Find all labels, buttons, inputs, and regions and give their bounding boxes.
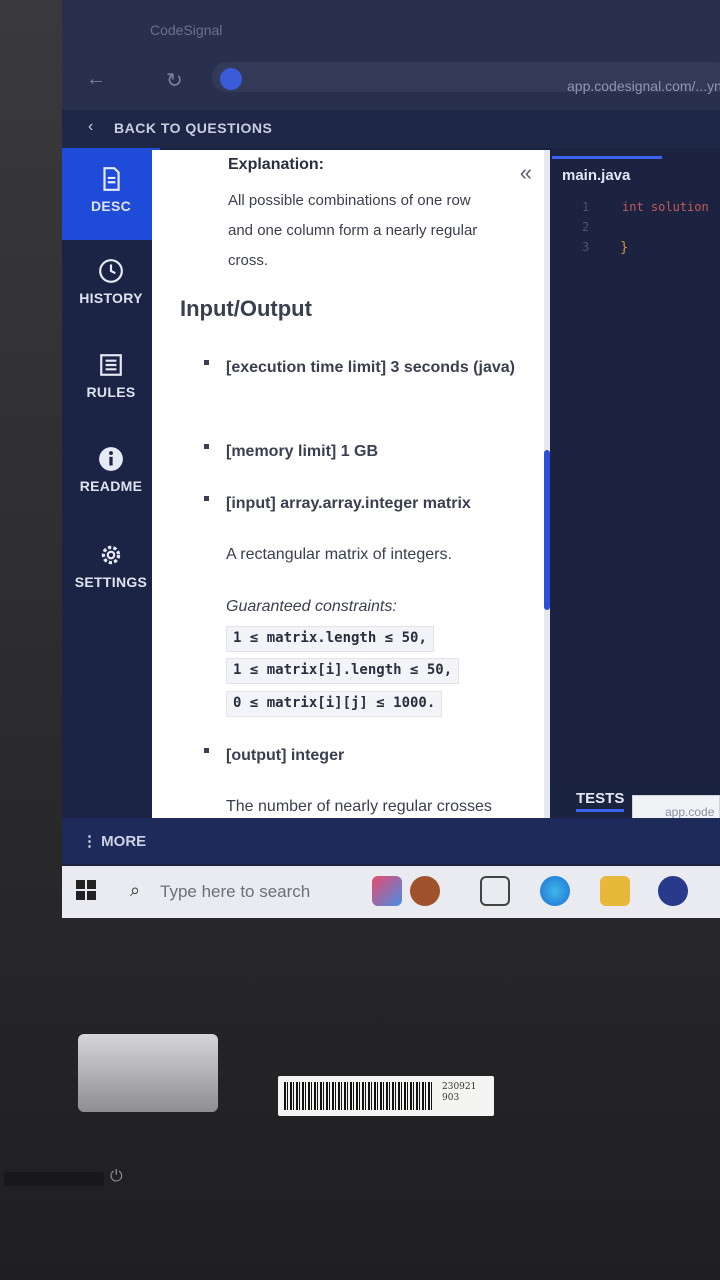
task-view-icon[interactable]: [480, 876, 510, 906]
reload-icon[interactable]: ↻: [166, 68, 183, 93]
back-arrow-icon[interactable]: ←: [86, 68, 106, 91]
windows-start-icon[interactable]: [76, 880, 96, 900]
back-bar[interactable]: ‹ BACK TO QUESTIONS: [62, 110, 720, 148]
explanation-line: and one column form a nearly regular: [228, 222, 478, 239]
list-icon: [100, 354, 122, 376]
kebab-icon: ⋮: [82, 833, 102, 850]
explanation-title: Explanation:: [228, 156, 325, 173]
site-logo-icon: [220, 68, 242, 90]
widgets-icon[interactable]: [372, 876, 402, 906]
constraint-separator: ,: [418, 630, 427, 646]
input-text: [input] array.array.integer matrix: [226, 495, 471, 512]
output-text: [output] integer: [226, 747, 345, 764]
laptop-hinge: [78, 1034, 218, 1112]
chevron-left-icon[interactable]: ‹: [88, 118, 93, 136]
constraint-text: 1 ≤ matrix.length ≤ 50: [233, 630, 419, 646]
bullet-dot: [204, 748, 209, 753]
power-icon: ⏻: [110, 1168, 123, 1185]
bullet-dot: [204, 360, 209, 365]
barcode-sticker: 230921 903: [278, 1076, 494, 1116]
barcode-bars: [284, 1082, 434, 1110]
scrollbar-thumb[interactable]: [544, 450, 550, 610]
input-description: A rectangular matrix of integers.: [226, 546, 452, 563]
browser-tab-title[interactable]: CodeSignal: [150, 22, 222, 38]
bullet-dot: [204, 496, 209, 501]
sidebar-item-readme[interactable]: README: [62, 428, 160, 520]
explanation-line: cross.: [228, 252, 269, 269]
laptop-slot: [4, 1172, 104, 1186]
football-icon[interactable]: [410, 876, 440, 906]
explanation-line: All possible combinations of one row: [228, 192, 471, 209]
bullet-dot: [204, 444, 209, 449]
constraint-text: 0 ≤ matrix[i][j] ≤ 1000: [233, 695, 427, 711]
code-editor[interactable]: main.java 1 2 3 int solution }: [552, 150, 720, 790]
sidebar-item-label: SETTINGS: [74, 574, 148, 590]
search-placeholder: Type here to search: [160, 882, 311, 901]
sidebar-item-label: README: [79, 478, 143, 494]
sidebar-item-desc[interactable]: DESC: [62, 148, 160, 240]
constraint-code: 1 ≤ matrix[i].length ≤ 50,: [226, 658, 460, 684]
more-button[interactable]: ⋮ MORE: [82, 832, 146, 850]
constraint-separator: ,: [443, 662, 453, 678]
sidebar-item-label: HISTORY: [79, 290, 143, 306]
sidebar-item-rules[interactable]: RULES: [62, 334, 160, 426]
constraints-title: Guaranteed constraints:: [226, 598, 397, 615]
app-icon[interactable]: [658, 876, 688, 906]
collapse-panel-icon[interactable]: «: [520, 160, 532, 186]
back-to-questions-link[interactable]: BACK TO QUESTIONS: [114, 120, 272, 136]
description-panel: « Explanation: All possible combinations…: [152, 150, 550, 818]
barcode-number: 230921 903: [442, 1082, 477, 1103]
gear-icon: [101, 545, 121, 565]
url-text[interactable]: app.codesignal.com/...ynWe/question/owNd: [567, 78, 720, 94]
sidebar-item-settings[interactable]: SETTINGS: [62, 524, 160, 616]
edge-browser-icon[interactable]: [540, 876, 570, 906]
windows-taskbar: ⌕ Type here to search: [62, 866, 720, 918]
taskbar-search-box[interactable]: ⌕ Type here to search: [124, 874, 356, 910]
output-description: The number of nearly regular crosses: [226, 798, 492, 815]
time-limit-text: [execution time limit] 3 seconds (java): [226, 359, 515, 376]
document-icon: [103, 167, 120, 191]
sidebar: DESC HISTORY RULES README SETTINGS: [62, 148, 160, 828]
file-tab-main-java[interactable]: main.java: [552, 156, 662, 190]
constraint-code: 0 ≤ matrix[i][j] ≤ 1000.: [226, 691, 443, 717]
line-number: 1: [582, 200, 590, 214]
section-heading: Input/Output: [180, 296, 312, 321]
info-icon: [99, 447, 123, 471]
sidebar-item-label: DESC: [90, 198, 132, 214]
line-number: 3: [582, 240, 590, 254]
tests-tab[interactable]: TESTS: [576, 790, 625, 812]
constraint-code: 1 ≤ matrix.length ≤ 50,: [226, 626, 434, 652]
browser-chrome: CodeSignal ← ↻ app.codesignal.com/...ynW…: [62, 0, 720, 110]
memory-limit-text: [memory limit] 1 GB: [226, 443, 379, 460]
more-label: MORE: [101, 833, 147, 850]
file-explorer-icon[interactable]: [600, 876, 630, 906]
laptop-screen: CodeSignal ← ↻ app.codesignal.com/...ynW…: [62, 0, 720, 918]
code-line[interactable]: int solution: [622, 200, 709, 214]
sidebar-item-label: RULES: [86, 384, 136, 400]
more-bar: ⋮ MORE: [62, 818, 720, 864]
constraint-separator: .: [426, 695, 436, 711]
clock-icon: [99, 259, 123, 283]
search-icon: ⌕: [130, 880, 141, 900]
constraint-text: 1 ≤ matrix[i].length ≤ 50: [233, 662, 444, 678]
sidebar-item-history[interactable]: HISTORY: [62, 240, 160, 332]
line-number: 2: [582, 220, 590, 234]
explanation-body: All possible combinations of one row and…: [228, 186, 528, 276]
code-line[interactable]: }: [620, 240, 628, 256]
